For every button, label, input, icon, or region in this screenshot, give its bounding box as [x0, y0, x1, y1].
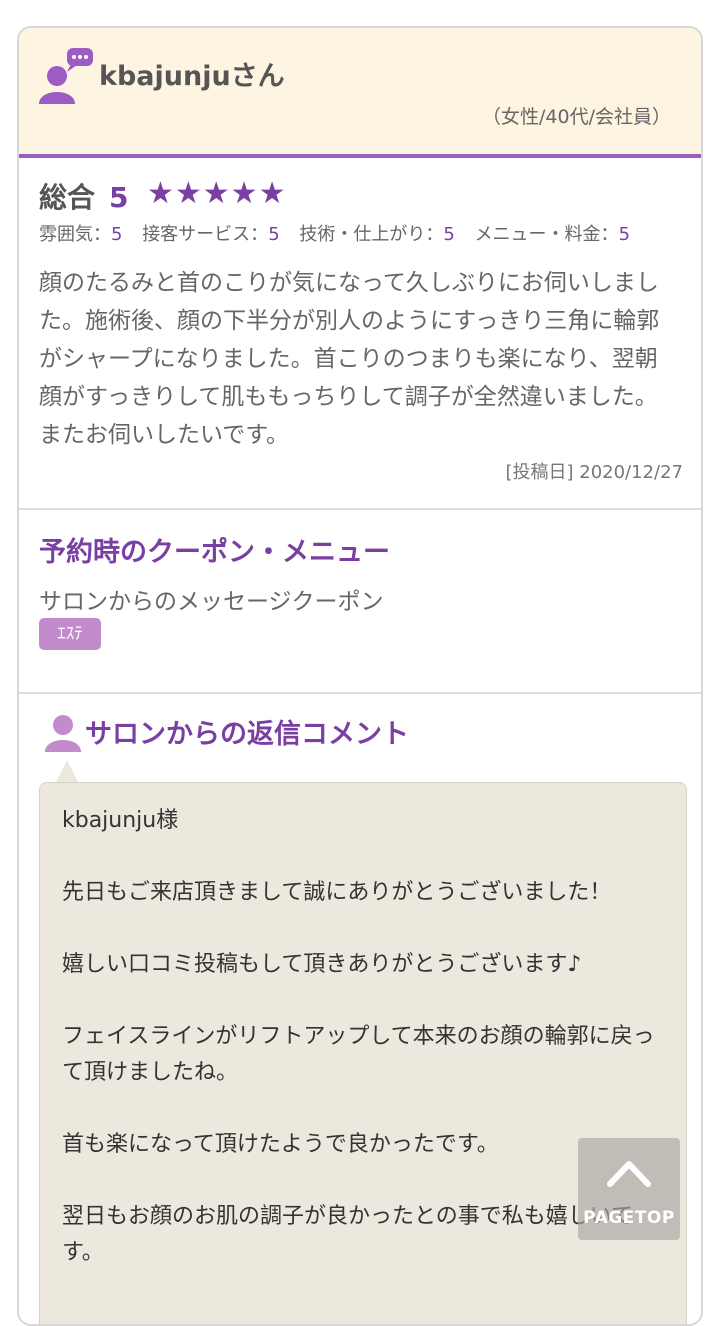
sub-rating-label: 接客サービス： [142, 224, 269, 245]
coupon-section: 予約時のクーポン・メニュー サロンからのメッセージクーポン ｴｽﾃ [19, 510, 701, 694]
rating-section: 総合 5 ★★★★★ 雰囲気：5 接客サービス：5 技術・仕上がり：5 メニュー・… [19, 158, 701, 510]
sub-rating-label: メニュー・料金： [474, 224, 619, 245]
sub-rating-label: 技術・仕上がり： [299, 224, 444, 245]
sub-rating-label: 雰囲気： [39, 224, 111, 245]
reply-line: 嬉しい口コミ投稿もして頂きありがとうございます♪ [62, 952, 582, 977]
user-speech-icon [39, 48, 93, 104]
bubble-tail [55, 760, 79, 784]
reviewer-name: kbajunjuさん [99, 61, 285, 92]
reply-title: サロンからの返信コメント [85, 719, 409, 750]
salon-user-icon [45, 715, 81, 752]
category-tag: ｴｽﾃ [39, 618, 101, 650]
coupon-name[interactable]: サロンからのメッセージクーポン [39, 582, 384, 616]
sub-rating-value: 5 [443, 224, 455, 245]
pagetop-button[interactable]: PAGETOP [578, 1138, 680, 1240]
coupon-title: 予約時のクーポン・メニュー [39, 537, 390, 568]
sub-ratings: 雰囲気：5 接客サービス：5 技術・仕上がり：5 メニュー・料金：5 [39, 220, 644, 246]
post-date: [投稿日] 2020/12/27 [505, 462, 683, 483]
overall-label: 総合 [39, 181, 96, 214]
reply-line: フェイスラインがリフトアップして本来のお顔の輪郭に戻って頂けましたね。 [62, 1024, 655, 1085]
review-card: kbajunjuさん （女性/40代/会社員） 総合 5 ★★★★★ 雰囲気：5 … [17, 26, 703, 1326]
sub-rating-value: 5 [618, 224, 631, 245]
reviewer-header: kbajunjuさん （女性/40代/会社員） [19, 28, 701, 158]
overall-rating: 総合 5 [39, 176, 129, 216]
star-rating: ★★★★★ [147, 176, 287, 211]
overall-score: 5 [109, 181, 129, 214]
reply-line: 先日もご来店頂きまして誠にありがとうございました！ [62, 880, 612, 905]
reply-bubble: kbajunju様 先日もご来店頂きまして誠にありがとうございました！ 嬉しい口… [39, 782, 687, 1324]
sub-rating-value: 5 [268, 224, 280, 245]
sub-rating-value: 5 [111, 224, 123, 245]
reviewer-meta: （女性/40代/会社員） [482, 106, 671, 128]
pagetop-label: PAGETOP [583, 1208, 675, 1228]
chevron-up-icon [607, 1161, 651, 1187]
reply-line: kbajunju様 [62, 808, 179, 833]
review-text: 顔のたるみと首のこりが気になって久しぶりにお伺いしました。施術後、顔の下半分が別… [39, 270, 660, 448]
